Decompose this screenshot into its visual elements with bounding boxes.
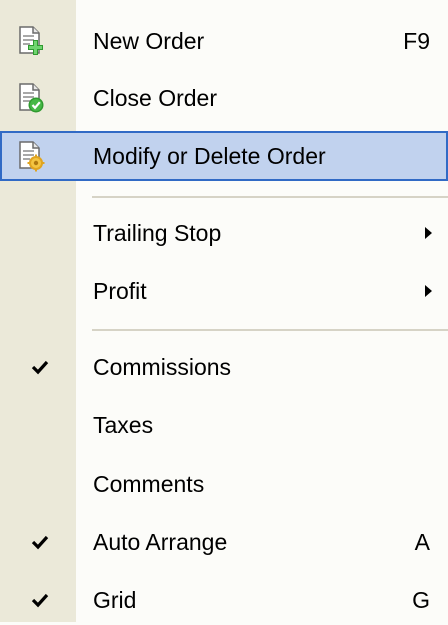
menu-item-commissions[interactable]: Commissions — [0, 342, 448, 392]
submenu-arrow-icon — [425, 285, 432, 297]
document-add-icon — [14, 25, 46, 57]
menu-item-profit[interactable]: Profit — [0, 266, 448, 316]
menu-separator — [92, 196, 448, 198]
document-check-icon — [14, 82, 46, 114]
menu-item-trailing-stop[interactable]: Trailing Stop — [0, 208, 448, 258]
menu-item-label: Commissions — [93, 354, 232, 380]
context-menu: New Order F9 Close Order Modify or Delet… — [0, 0, 448, 622]
checkmark-icon — [30, 590, 50, 610]
menu-item-taxes[interactable]: Taxes — [0, 400, 448, 450]
menu-item-label: Comments — [93, 471, 205, 497]
document-gear-icon — [14, 140, 46, 172]
checkmark-icon — [30, 357, 50, 377]
menu-item-auto-arrange[interactable]: Auto Arrange A — [0, 517, 448, 567]
menu-item-label: Trailing Stop — [93, 220, 222, 246]
menu-item-label: Close Order — [93, 85, 217, 111]
menu-item-label: Taxes — [93, 412, 154, 438]
menu-item-label: Modify or Delete Order — [93, 143, 326, 169]
menu-item-modify-delete-order[interactable]: Modify or Delete Order — [0, 131, 448, 181]
menu-item-label: New Order — [93, 28, 205, 54]
menu-item-label: Profit — [93, 278, 147, 304]
menu-separator — [92, 329, 448, 331]
menu-item-label: Auto Arrange — [93, 529, 228, 555]
menu-item-new-order[interactable]: New Order F9 — [0, 16, 448, 66]
menu-item-shortcut: G — [412, 587, 430, 613]
checkmark-icon — [30, 532, 50, 552]
menu-item-close-order[interactable]: Close Order — [0, 73, 448, 123]
menu-item-label: Grid — [93, 587, 137, 613]
menu-item-comments[interactable]: Comments — [0, 459, 448, 509]
submenu-arrow-icon — [425, 227, 432, 239]
menu-item-shortcut: F9 — [403, 28, 430, 54]
menu-item-grid[interactable]: Grid G — [0, 575, 448, 625]
menu-item-shortcut: A — [414, 529, 430, 555]
